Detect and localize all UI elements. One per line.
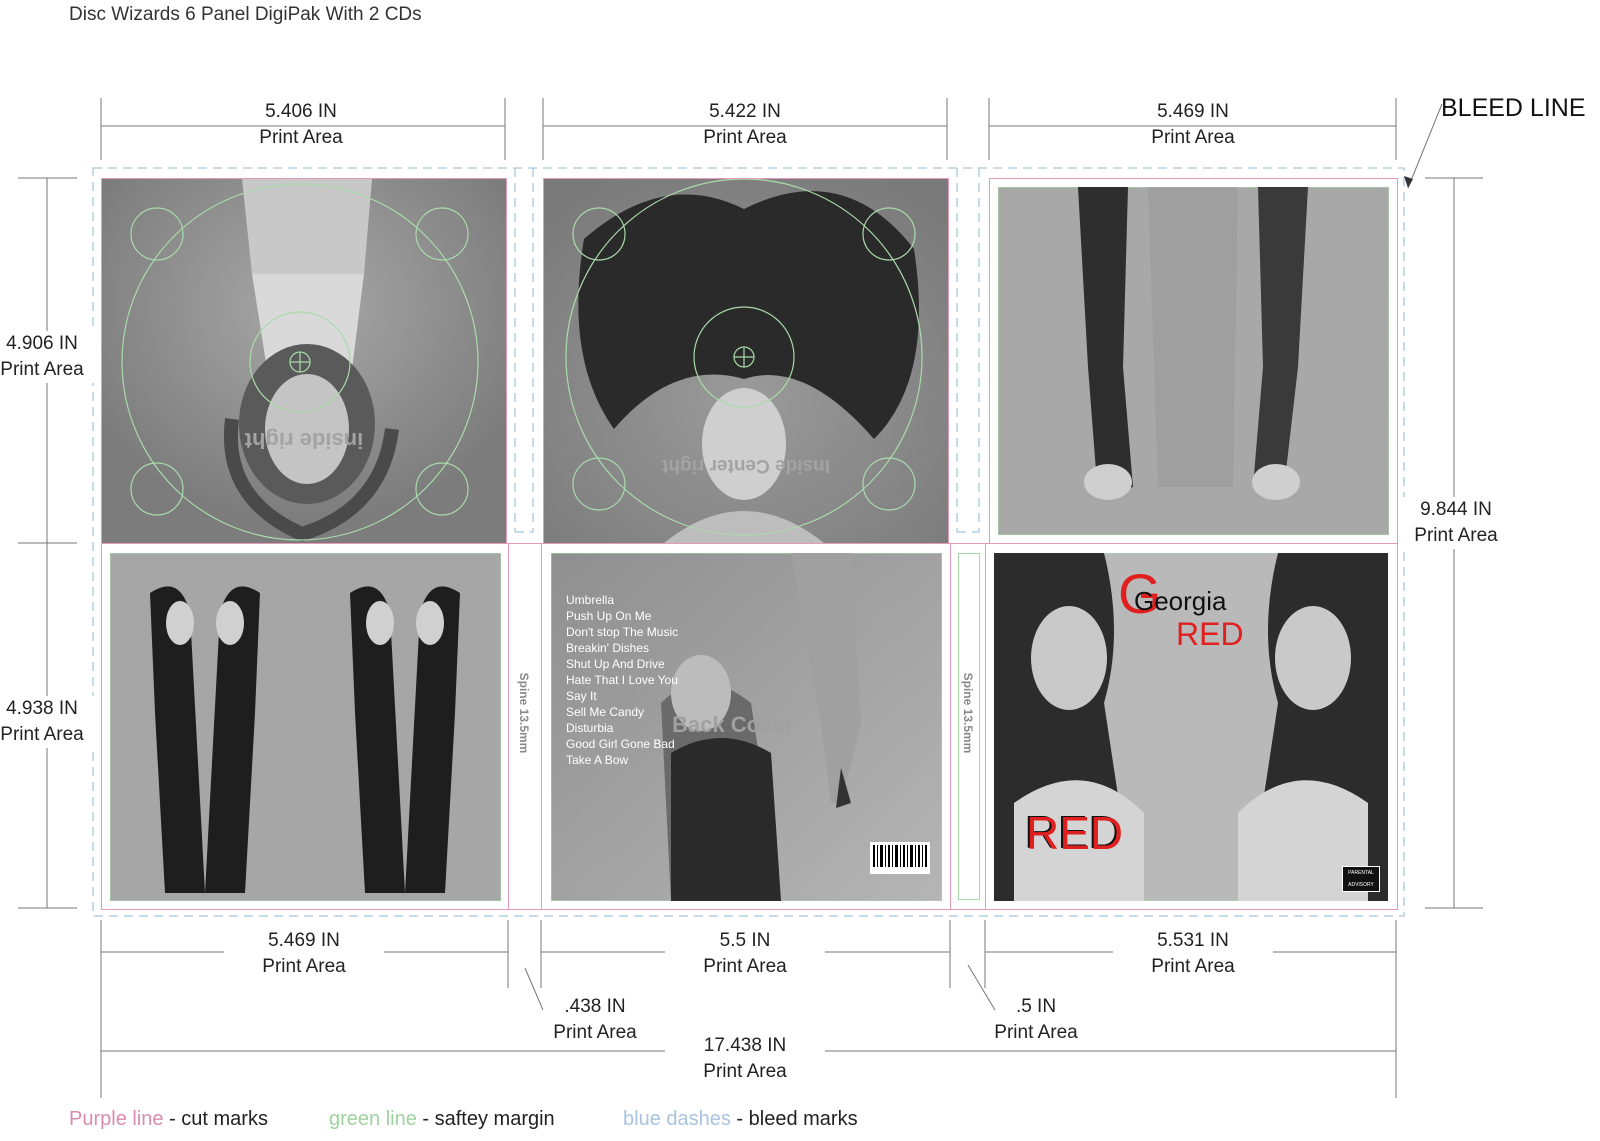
spine-right: Spine 13.5mm: [950, 543, 987, 910]
panel-front-cover: G Georgia RED RED PARENTAL ADVISORY: [985, 543, 1398, 910]
track-item: Good Girl Gone Bad: [566, 737, 675, 751]
barcode-icon: [873, 845, 927, 867]
panel-inside-left: [989, 178, 1398, 544]
track-item: Say It: [566, 689, 597, 703]
barcode: [870, 842, 930, 874]
front-red-bottom: RED: [1026, 807, 1124, 859]
dim-bottom-3: 5.531 IN Print Area: [1113, 928, 1273, 980]
dim-top-2: 5.422 IN Print Area: [703, 101, 787, 148]
track-item: Sell Me Candy: [566, 705, 645, 719]
track-item: Take A Bow: [566, 753, 629, 767]
track-item: Shut Up And Drive: [566, 657, 665, 671]
spine-left-label: Spine 13.5mm: [517, 672, 531, 754]
track-item: Breakin' Dishes: [566, 641, 649, 655]
inside-flap-photo: [110, 553, 501, 901]
dim-spine-1: .438 IN Print Area: [553, 996, 637, 1043]
dim-top-1: 5.406 IN Print Area: [259, 101, 343, 148]
track-list: Umbrella Push Up On Me Don't stop The Mu…: [566, 592, 678, 768]
track-item: Hate That I Love You: [566, 673, 678, 687]
legend-bleed: blue dashes - bleed marks: [623, 1108, 858, 1130]
track-item: Don't stop The Music: [566, 625, 679, 639]
dim-bottom-2: 5.5 IN Print Area: [665, 928, 825, 980]
panel-inside-right: inside right: [101, 178, 507, 544]
back-cover-label: Back Cover: [672, 712, 794, 737]
spine-left: Spine 13.5mm: [508, 543, 543, 910]
dim-top-3: 5.469 IN Print Area: [1151, 101, 1235, 148]
track-item: Disturbia: [566, 721, 614, 735]
front-red-title: RED: [1176, 616, 1244, 652]
dim-right: 9.844 IN Print Area: [1381, 497, 1531, 549]
front-name: Georgia: [1134, 586, 1227, 616]
track-item: Umbrella: [566, 593, 615, 607]
inside-left-photo: [998, 187, 1389, 535]
dim-total: 17.438 IN Print Area: [665, 1033, 825, 1085]
panel-inside-flap: [101, 543, 510, 910]
parental-advisory-badge: PARENTAL ADVISORY: [1342, 866, 1380, 892]
legend-safety: green line - saftey margin: [329, 1108, 555, 1130]
spine-right-label: Spine 13.5mm: [961, 672, 975, 754]
panel-inside-center: Inside Center right: [543, 178, 949, 544]
panel-back-cover: Umbrella Push Up On Me Don't stop The Mu…: [541, 543, 952, 910]
dim-bottom-1: 5.469 IN Print Area: [224, 928, 384, 980]
disc-tray-outline-center: [565, 179, 923, 536]
disc-tray-outline-left: [121, 183, 479, 541]
track-item: Push Up On Me: [566, 609, 652, 623]
legend-cut: Purple line - cut marks: [69, 1108, 268, 1130]
dim-spine-2: .5 IN Print Area: [994, 996, 1078, 1043]
